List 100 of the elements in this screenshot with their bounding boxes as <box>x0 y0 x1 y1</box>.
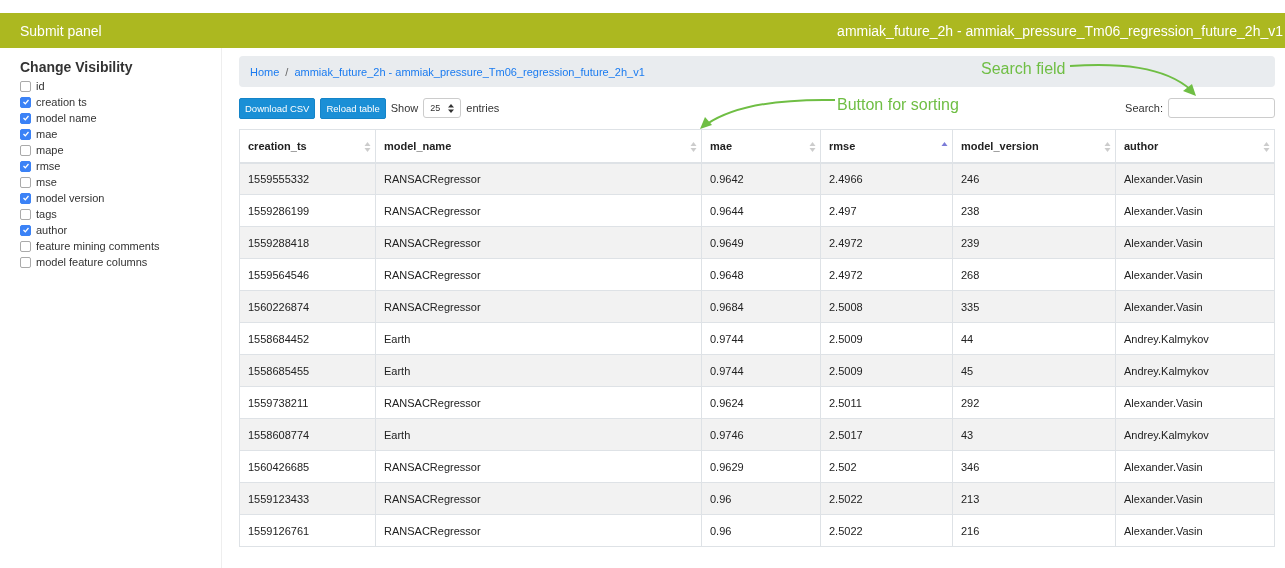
table-cell: Alexander.Vasin <box>1115 386 1275 419</box>
table-cell: 0.9642 <box>701 162 821 195</box>
table-cell: Alexander.Vasin <box>1115 162 1275 195</box>
breadcrumb-link[interactable]: Home <box>250 65 280 78</box>
checkbox[interactable] <box>20 112 31 124</box>
table-cell: 0.9649 <box>701 226 821 259</box>
table-cell: 1559286199 <box>239 194 376 227</box>
table-cell: Andrey.Kalmykov <box>1115 418 1275 451</box>
checkbox[interactable] <box>20 176 31 188</box>
checkbox[interactable] <box>20 160 31 172</box>
table-cell: RANSACRegressor <box>375 258 702 291</box>
table-cell: 45 <box>952 354 1116 387</box>
visibility-option[interactable]: mape <box>20 142 64 158</box>
visibility-option[interactable]: rmse <box>20 158 61 174</box>
table-cell: 213 <box>952 482 1116 515</box>
table-cell: Andrey.Kalmykov <box>1115 354 1275 387</box>
checkbox[interactable] <box>20 192 31 204</box>
table-cell: 0.9744 <box>701 354 821 387</box>
checkbox[interactable] <box>20 144 31 156</box>
sort-icon[interactable] <box>1263 141 1270 153</box>
table-cell: Alexander.Vasin <box>1115 194 1275 227</box>
table-cell: Alexander.Vasin <box>1115 258 1275 291</box>
visibility-option[interactable]: tags <box>20 206 57 222</box>
breadcrumb-link[interactable]: ammiak_future_2h - ammiak_pressure_Tm06_regression_future_2h_v1 <box>294 65 645 78</box>
table-cell: 1558685455 <box>239 354 376 387</box>
table-cell: 216 <box>952 514 1116 547</box>
table-cell: RANSACRegressor <box>375 226 702 259</box>
checkbox[interactable] <box>20 208 31 220</box>
table-cell: 0.96 <box>701 514 821 547</box>
search-field[interactable] <box>1168 98 1275 118</box>
table-cell: RANSACRegressor <box>375 162 702 195</box>
checkbox[interactable] <box>20 256 31 268</box>
table-cell: 2.4972 <box>820 258 953 291</box>
table-cell: Alexander.Vasin <box>1115 482 1275 515</box>
table-cell: Alexander.Vasin <box>1115 514 1275 547</box>
table-cell: RANSACRegressor <box>375 514 702 547</box>
sort-icon[interactable] <box>809 141 816 153</box>
table-cell: 246 <box>952 162 1116 195</box>
table-cell: Andrey.Kalmykov <box>1115 322 1275 355</box>
annotation-label: Search field <box>981 60 1066 78</box>
checkbox[interactable] <box>20 96 31 108</box>
table-cell: 268 <box>952 258 1116 291</box>
visibility-option[interactable]: author <box>20 222 68 238</box>
table-cell: 238 <box>952 194 1116 227</box>
table-cell: 346 <box>952 450 1116 483</box>
table-cell: 2.5022 <box>820 514 953 547</box>
table-cell: 2.5022 <box>820 482 953 515</box>
visibility-option[interactable]: mse <box>20 174 57 190</box>
table-cell: RANSACRegressor <box>375 290 702 323</box>
visibility-option[interactable]: creation ts <box>20 94 87 110</box>
column-header[interactable]: rmse <box>820 129 953 163</box>
table-cell: Earth <box>375 418 702 451</box>
visibility-option[interactable]: feature mining comments <box>20 238 160 254</box>
checkbox[interactable] <box>20 240 31 252</box>
table-cell: 0.96 <box>701 482 821 515</box>
show-label: Show <box>390 102 419 114</box>
table-cell: 0.9629 <box>701 450 821 483</box>
table-cell: Earth <box>375 322 702 355</box>
checkbox[interactable] <box>20 80 31 92</box>
checkbox[interactable] <box>20 224 31 236</box>
table-cell: RANSACRegressor <box>375 194 702 227</box>
checkbox[interactable] <box>20 128 31 140</box>
column-header[interactable]: model_name <box>375 129 702 163</box>
table-cell: 292 <box>952 386 1116 419</box>
page-size-select[interactable]: 25 <box>423 98 462 118</box>
table-cell: 0.9684 <box>701 290 821 323</box>
table-cell: 0.9648 <box>701 258 821 291</box>
table-cell: 2.4966 <box>820 162 953 195</box>
table-cell: 2.5009 <box>820 354 953 387</box>
visibility-option[interactable]: model feature columns <box>20 254 148 270</box>
sort-icon[interactable] <box>364 141 371 153</box>
visibility-option[interactable]: model version <box>20 190 105 206</box>
table-cell: 2.497 <box>820 194 953 227</box>
sort-icon[interactable] <box>1104 141 1111 153</box>
sidebar-title: Change Visibility <box>20 59 134 75</box>
table-cell: 2.502 <box>820 450 953 483</box>
app-title: Submit panel <box>20 22 102 39</box>
table-cell: 0.9624 <box>701 386 821 419</box>
toolbar-button[interactable]: Download CSV <box>239 97 316 119</box>
entries-label: entries <box>466 102 500 114</box>
table-cell: 2.5017 <box>820 418 953 451</box>
table-cell: 2.4972 <box>820 226 953 259</box>
table-cell: 0.9744 <box>701 322 821 355</box>
visibility-option[interactable]: model name <box>20 110 97 126</box>
search-label: Search: <box>1125 102 1163 114</box>
column-header[interactable]: model_version <box>952 129 1116 163</box>
visibility-option[interactable]: mae <box>20 126 58 142</box>
table-cell: 2.5008 <box>820 290 953 323</box>
table-cell: 1559555332 <box>239 162 376 195</box>
table-cell: Alexander.Vasin <box>1115 450 1275 483</box>
table-cell: 1559126761 <box>239 514 376 547</box>
table-cell: RANSACRegressor <box>375 482 702 515</box>
toolbar-button[interactable]: Reload table <box>320 97 386 119</box>
sort-icon[interactable] <box>690 141 697 153</box>
table-cell: RANSACRegressor <box>375 386 702 419</box>
table-cell: Alexander.Vasin <box>1115 226 1275 259</box>
visibility-option[interactable]: id <box>20 78 45 94</box>
column-header[interactable]: creation_ts <box>239 129 376 163</box>
column-header[interactable]: author <box>1115 129 1275 163</box>
column-header[interactable]: mae <box>701 129 821 163</box>
